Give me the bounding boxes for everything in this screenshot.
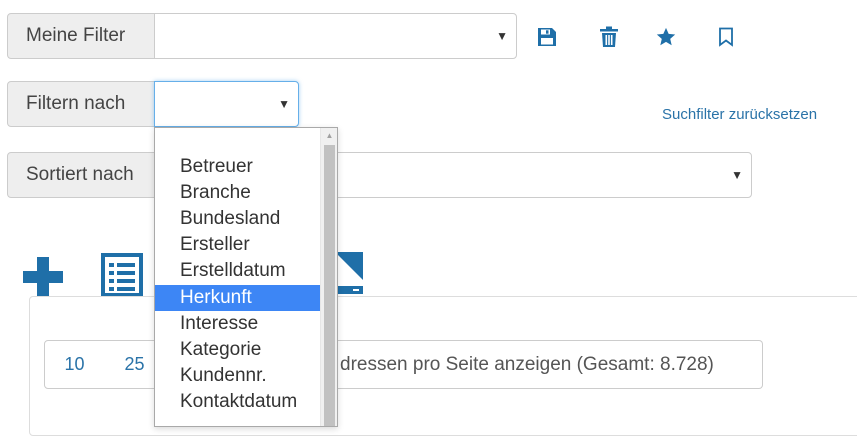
filter-by-dropdown-list[interactable]: Betreuer Branche Bundesland Ersteller Er… [154,127,338,427]
favorite-filter-button[interactable] [654,25,678,49]
bookmark-filter-button[interactable] [714,25,738,49]
sort-by-label: Sortiert nach [7,152,155,198]
chevron-down-icon: ▼ [278,97,290,111]
chevron-down-icon: ▼ [731,168,743,182]
filter-option-herkunft[interactable]: Herkunft [155,285,321,311]
chevron-down-icon: ▼ [496,29,508,43]
page-size-10-button[interactable]: 10 [44,340,105,389]
my-filter-label: Meine Filter [7,13,155,59]
page-size-10-label: 10 [64,354,85,374]
page-size-25-label: 25 [124,354,145,374]
filter-option-bundesland[interactable]: Bundesland [155,206,321,232]
filter-option-branche[interactable]: Branche [155,180,321,206]
filter-option-interesse[interactable]: Interesse [155,311,321,337]
my-filter-select[interactable]: ▼ [154,13,517,59]
dropdown-scrollbar[interactable]: ▲ [320,128,337,426]
delete-filter-button[interactable] [597,25,621,49]
trash-icon [600,26,618,47]
filter-by-label: Filtern nach [7,81,155,127]
my-filter-label-text: Meine Filter [26,25,126,46]
star-icon [656,27,676,46]
bookmark-icon [719,27,733,47]
scrollbar-thumb[interactable] [324,145,335,426]
list-view-button[interactable] [99,252,145,298]
filter-option-erstelldatum[interactable]: Erstelldatum [155,258,321,284]
scroll-up-arrow-icon[interactable]: ▲ [321,131,337,140]
filter-option-kontaktdatum[interactable]: Kontaktdatum [155,389,321,415]
filter-by-label-text: Filtern nach [26,93,126,114]
filter-option-empty[interactable] [155,128,321,154]
save-icon [538,28,556,46]
reset-filter-link[interactable]: Suchfilter zurücksetzen [662,106,817,123]
plus-icon [23,257,63,297]
filter-by-select[interactable]: ▼ [154,81,299,127]
save-filter-button[interactable] [535,25,559,49]
sort-by-label-text: Sortiert nach [26,164,134,185]
add-button[interactable] [20,254,66,300]
page-size-summary: dressen pro Seite anzeigen (Gesamt: 8.72… [300,340,763,389]
filter-option-kategorie[interactable]: Kategorie [155,337,321,363]
filter-option-kundennr[interactable]: Kundennr. [155,363,321,389]
list-icon [101,253,143,297]
filter-option-betreuer[interactable]: Betreuer [155,154,321,180]
filter-option-ersteller[interactable]: Ersteller [155,232,321,258]
page-size-summary-text: dressen pro Seite anzeigen (Gesamt: 8.72… [340,353,714,375]
